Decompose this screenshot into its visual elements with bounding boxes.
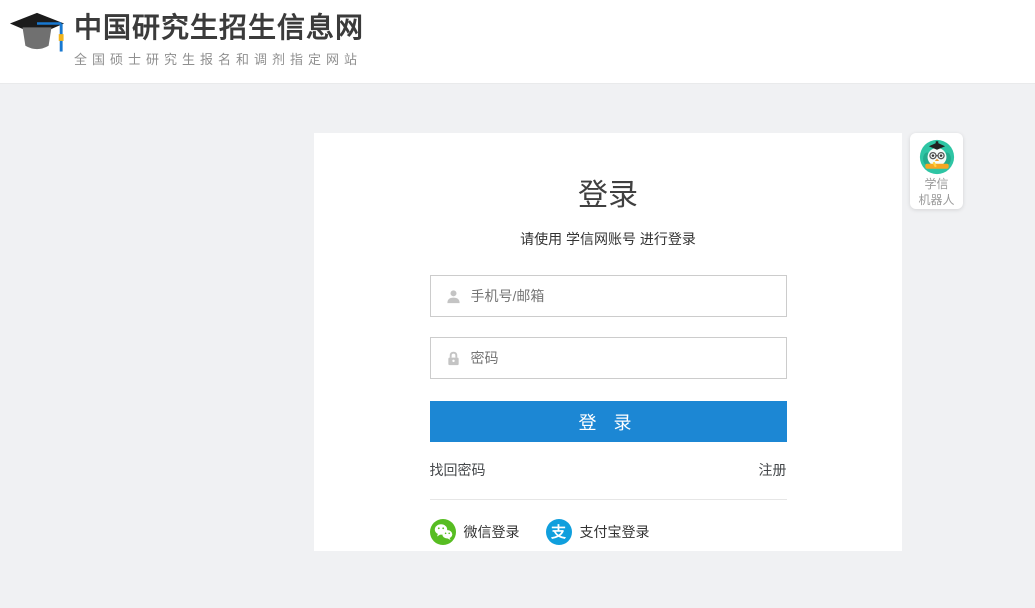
password-field-container [429, 337, 787, 379]
robot-avatar-icon [919, 139, 955, 175]
login-panel: 登录 请使用 学信网账号 进行登录 登 录 找回 [314, 133, 902, 551]
password-input[interactable] [460, 338, 786, 378]
divider [429, 499, 787, 500]
robot-label-line1: 学信 [924, 177, 949, 191]
login-title: 登录 [578, 179, 638, 212]
site-subtitle: 全国硕士研究生报名和调剂指定网站 [74, 52, 363, 67]
wechat-login-label: 微信登录 [463, 524, 520, 540]
account-input[interactable] [460, 276, 786, 316]
xuexin-robot-widget[interactable]: 学信 机器人 [910, 133, 963, 209]
wechat-icon [429, 519, 456, 545]
site-logo[interactable]: 中国研究生招生信息网 全国硕士研究生报名和调剂指定网站 [8, 8, 364, 68]
robot-label-line2: 机器人 [918, 193, 955, 207]
person-icon [446, 289, 461, 304]
alipay-icon: 支 [545, 519, 572, 545]
login-button[interactable]: 登 录 [429, 401, 787, 442]
site-title: 中国研究生招生信息网 [74, 12, 365, 43]
lock-icon [446, 351, 461, 366]
forgot-password-link[interactable]: 找回密码 [430, 460, 486, 480]
graduation-cap-icon [8, 10, 66, 66]
register-link[interactable]: 注册 [759, 460, 787, 480]
account-field-container [429, 275, 787, 317]
alipay-login-button[interactable]: 支 支付宝登录 [545, 519, 650, 545]
alipay-login-label: 支付宝登录 [579, 524, 650, 540]
site-header: 中国研究生招生信息网 全国硕士研究生报名和调剂指定网站 [0, 0, 1035, 84]
login-subtitle: 请使用 学信网账号 进行登录 [520, 231, 696, 247]
wechat-login-button[interactable]: 微信登录 [429, 519, 520, 545]
